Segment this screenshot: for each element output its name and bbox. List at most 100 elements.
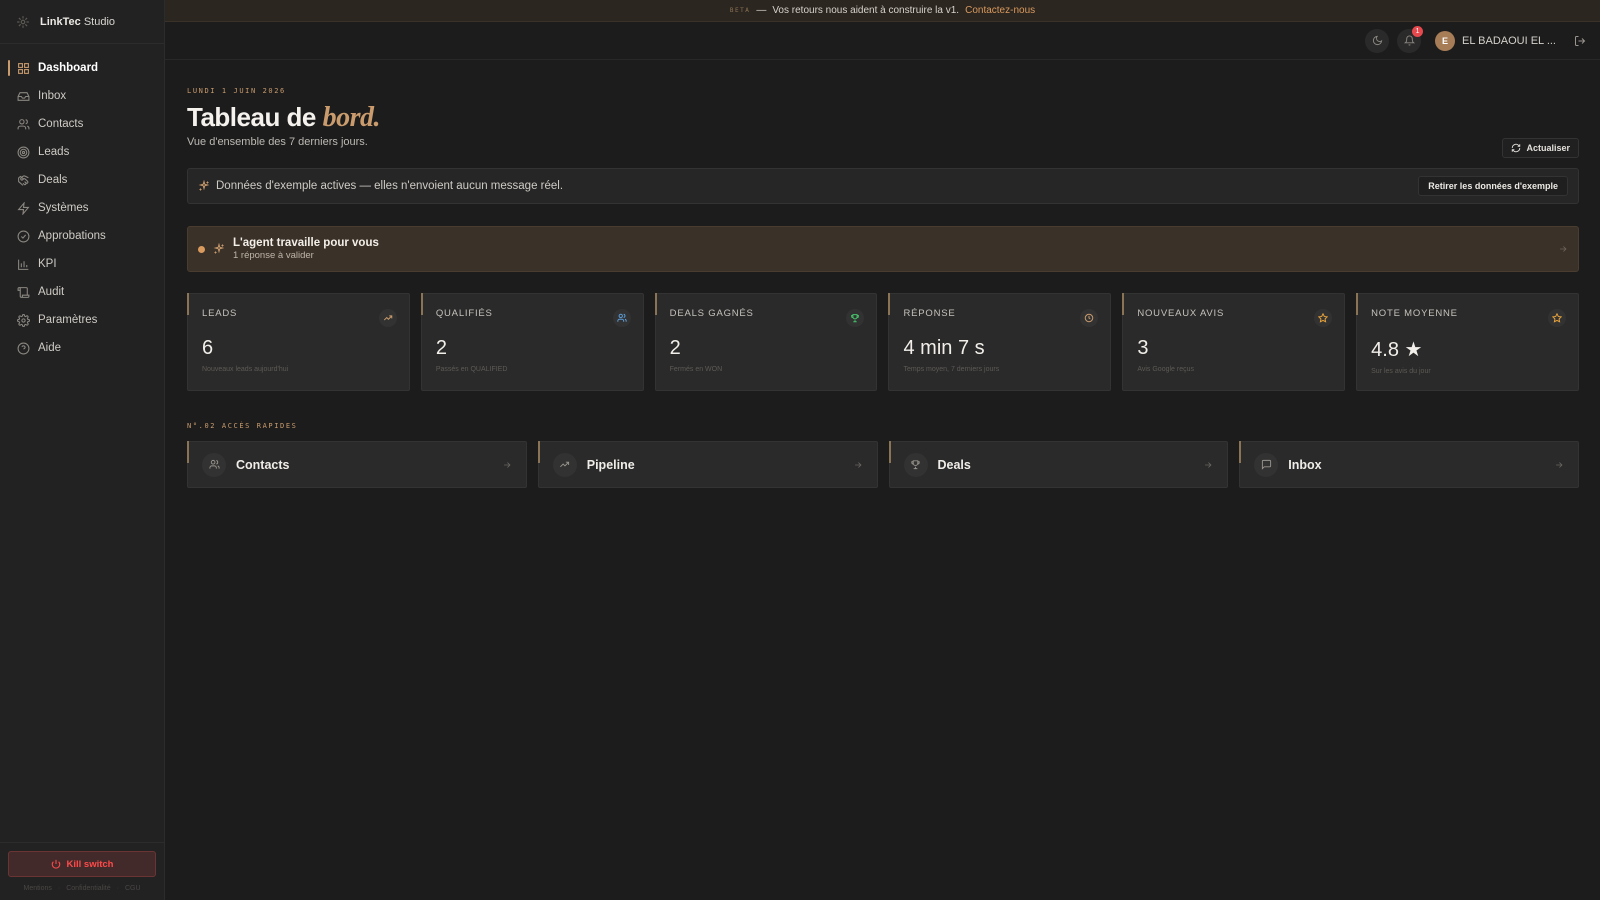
topbar: 1 E EL BADAOUI EL ...	[165, 22, 1600, 60]
sidebar-nav: Dashboard Inbox Contacts Leads Deals Sys…	[0, 44, 164, 362]
quick-access-label-text: Contacts	[236, 457, 290, 472]
kpi-label: NOTE MOYENNE	[1371, 308, 1458, 319]
kpi-card-leads[interactable]: LEADS 6 Nouveaux leads aujourd'hui	[187, 293, 410, 391]
moon-icon	[1372, 35, 1382, 46]
refresh-button[interactable]: Actualiser	[1502, 138, 1579, 158]
bell-icon	[1403, 35, 1415, 46]
contact-link[interactable]: Contactez-nous	[965, 5, 1035, 16]
legal-links: Mentions · Confidentialité · CGU	[8, 885, 156, 892]
message-square-icon	[1254, 452, 1279, 477]
legal-link-confidentialite[interactable]: Confidentialité	[66, 885, 110, 892]
sparkles-icon	[198, 180, 210, 191]
status-dot	[198, 245, 205, 253]
brand-name: LinkTec Studio	[40, 15, 116, 28]
kpi-value: 4.8 ★	[1371, 339, 1423, 361]
notification-badge: 1	[1412, 25, 1424, 37]
page-title-main: Tableau de	[187, 102, 316, 132]
kpi-value: 4 min 7 s	[903, 337, 985, 359]
sidebar-item-label: Aide	[38, 342, 62, 354]
sidebar-item-deals[interactable]: Deals	[0, 166, 164, 194]
sidebar-item-systemes[interactable]: Systèmes	[0, 194, 164, 222]
power-icon	[51, 859, 60, 869]
quick-access-contacts[interactable]: Contacts	[187, 441, 527, 488]
star-icon	[1547, 309, 1566, 327]
handshake-icon	[18, 174, 29, 186]
gear-icon	[17, 313, 30, 327]
kpi-card-reponse[interactable]: RÉPONSE 4 min 7 s Temps moyen, 7 dernier…	[888, 293, 1112, 391]
arrow-right-icon	[1556, 461, 1563, 468]
kpi-label: RÉPONSE	[903, 308, 956, 319]
arrow-right-icon	[854, 461, 862, 468]
refresh-label: Actualiser	[1526, 143, 1570, 153]
bar-chart-icon	[18, 259, 29, 270]
kpi-card-deals-gagnes[interactable]: DEALS GAGNÉS 2 Fermés en WON	[654, 293, 878, 391]
sidebar-item-approbations[interactable]: Approbations	[0, 222, 164, 250]
quick-access-label-text: Deals	[937, 457, 971, 472]
kpi-card-nouveaux-avis[interactable]: NOUVEAUX AVIS 3 Avis Google reçus	[1122, 293, 1346, 391]
sidebar-item-aide[interactable]: Aide	[0, 334, 164, 362]
quick-access-deals[interactable]: Deals	[888, 441, 1229, 488]
arrow-right-icon	[1205, 461, 1212, 468]
sidebar-item-dashboard[interactable]: Dashboard	[0, 54, 164, 82]
agent-subtitle: 1 réponse à valider	[233, 250, 314, 261]
kill-switch-button[interactable]: Kill switch	[8, 851, 156, 877]
beta-message: Vos retours nous aident à construire la …	[772, 5, 960, 16]
quick-access-grid: Contacts Pipeline Deals Inbox	[187, 441, 1579, 488]
sidebar-item-label: Audit	[38, 286, 65, 298]
notifications-button[interactable]: 1	[1397, 25, 1424, 53]
kpi-value: 3	[1137, 337, 1149, 359]
demo-data-banner: Données d'exemple actives — elles n'envo…	[187, 168, 1579, 204]
legal-link-mentions[interactable]: Mentions	[23, 885, 51, 892]
sidebar-item-parametres[interactable]: Paramètres	[0, 306, 164, 334]
users-icon	[17, 118, 30, 129]
kpi-caption: Nouveaux leads aujourd'hui	[202, 366, 289, 373]
page-title: Tableau de bord.	[187, 102, 1579, 134]
quick-access-inbox[interactable]: Inbox	[1239, 441, 1579, 488]
sidebar-item-label: Deals	[38, 174, 68, 186]
user-menu[interactable]: E EL BADAOUI EL ...	[1435, 30, 1556, 51]
brand[interactable]: LinkTec Studio	[0, 0, 164, 44]
page-subtitle: Vue d'ensemble des 7 derniers jours.	[187, 136, 368, 148]
arrow-right-icon	[1560, 246, 1567, 252]
kpi-card-note-moyenne[interactable]: NOTE MOYENNE 4.8 ★ Sur les avis du jour	[1356, 293, 1579, 391]
kpi-label: DEALS GAGNÉS	[669, 308, 754, 319]
trending-up-icon	[552, 452, 577, 477]
sidebar: LinkTec Studio Dashboard Inbox Contacts …	[0, 0, 165, 900]
target-icon	[17, 146, 30, 158]
kpi-label: QUALIFIÉS	[435, 308, 493, 319]
beta-dash: —	[756, 5, 767, 16]
logout-icon[interactable]	[1574, 35, 1586, 47]
remove-demo-data-button[interactable]: Retirer les données d'exemple	[1418, 176, 1568, 196]
zap-icon	[17, 201, 30, 215]
agent-title: L'agent travaille pour vous	[233, 237, 379, 249]
help-circle-icon	[17, 342, 30, 354]
clock-icon	[1080, 309, 1099, 327]
kpi-value: 2	[669, 337, 681, 359]
sidebar-item-audit[interactable]: Audit	[0, 278, 164, 306]
sidebar-item-leads[interactable]: Leads	[0, 138, 164, 166]
page-title-accent: bord.	[322, 102, 381, 133]
kpi-label: LEADS	[202, 308, 238, 319]
trophy-icon	[903, 452, 928, 477]
quick-access-pipeline[interactable]: Pipeline	[537, 441, 878, 488]
sidebar-item-inbox[interactable]: Inbox	[0, 82, 164, 110]
star-icon	[1314, 309, 1333, 327]
sidebar-item-contacts[interactable]: Contacts	[0, 110, 164, 138]
kill-switch-label: Kill switch	[66, 858, 114, 870]
arrow-right-icon	[503, 461, 511, 468]
sidebar-item-label: Contacts	[38, 118, 84, 130]
sidebar-footer: Kill switch Mentions · Confidentialité ·…	[0, 842, 164, 900]
beta-banner: BETA — Vos retours nous aident à constru…	[165, 0, 1600, 22]
legal-link-cgu[interactable]: CGU	[125, 885, 141, 892]
agent-status-card[interactable]: L'agent travaille pour vous 1 réponse à …	[187, 226, 1579, 272]
inbox-icon	[17, 91, 30, 101]
sparkles-icon	[213, 243, 225, 254]
sidebar-item-label: Inbox	[38, 90, 67, 102]
kpi-label: NOUVEAUX AVIS	[1137, 308, 1225, 319]
trophy-icon	[846, 309, 865, 327]
theme-toggle-button[interactable]	[1365, 28, 1390, 53]
kpi-card-qualifies[interactable]: QUALIFIÉS 2 Passés en QUALIFIED	[420, 293, 644, 391]
kpi-caption: Fermés en WON	[669, 366, 723, 373]
sidebar-item-kpi[interactable]: KPI	[0, 250, 164, 278]
refresh-icon	[1512, 143, 1521, 153]
